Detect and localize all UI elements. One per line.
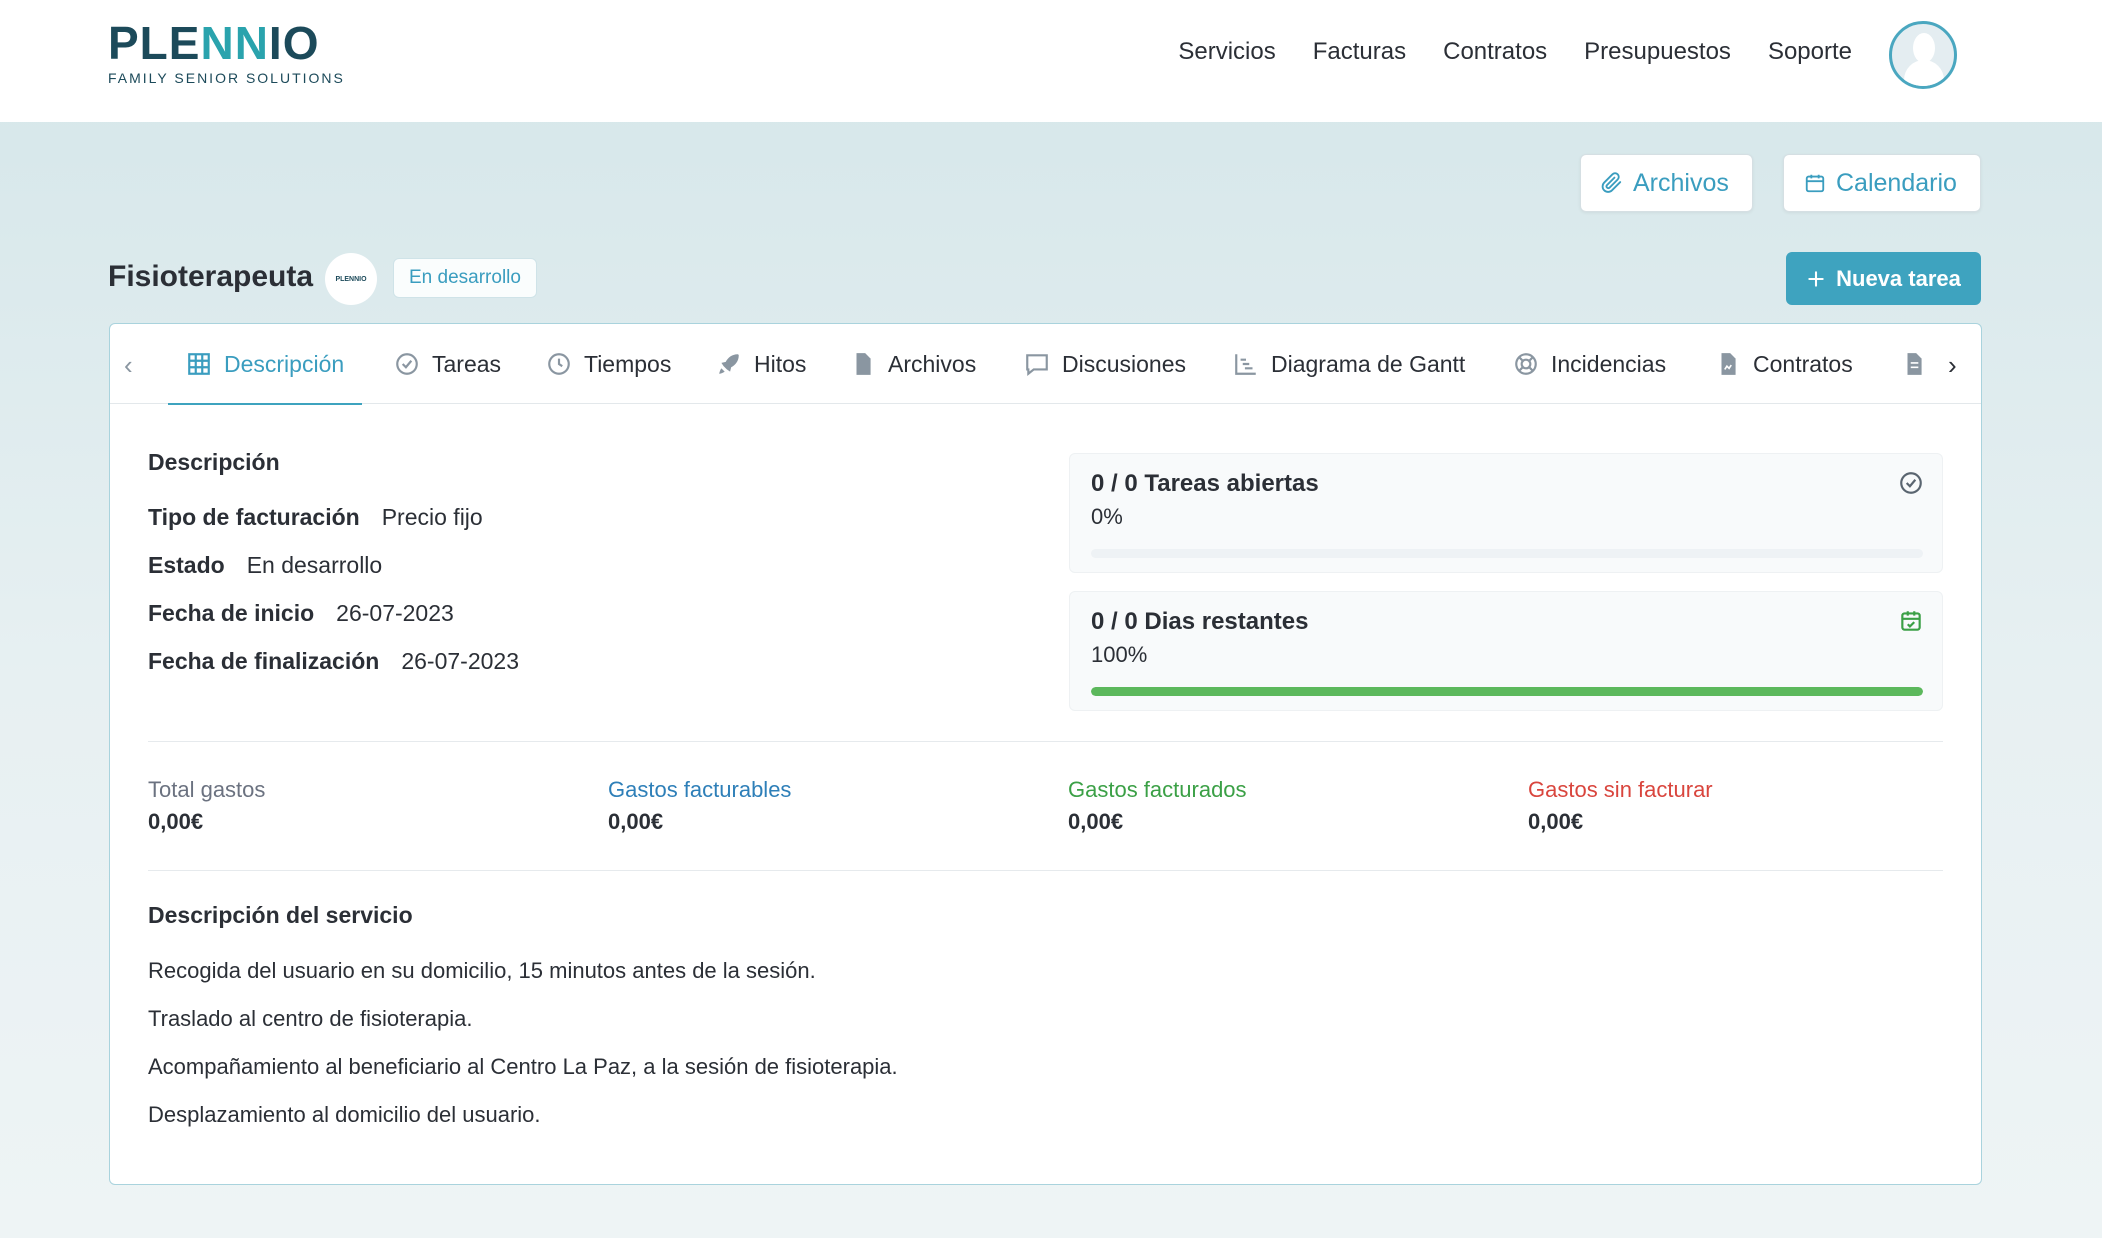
tasks-progress-bar [1091, 549, 1923, 558]
nav-contratos[interactable]: Contratos [1443, 38, 1547, 66]
expense-facturables: Gastos facturables 0,00€ [608, 777, 792, 834]
tab-tareas[interactable]: Tareas [394, 324, 501, 404]
check-circle-icon [1900, 472, 1922, 494]
tab-diagrama-gantt[interactable]: Diagrama de Gantt [1233, 324, 1465, 404]
detail-estado: Estado En desarrollo [148, 552, 383, 578]
main-nav: Servicios Facturas Contratos Presupuesto… [1178, 38, 1852, 66]
service-description-line: Recogida del usuario en su domicilio, 15… [148, 958, 816, 983]
expense-facturados: Gastos facturados 0,00€ [1068, 777, 1247, 834]
paperclip-icon [1601, 172, 1622, 193]
user-avatar[interactable] [1889, 21, 1957, 89]
gantt-icon [1235, 354, 1256, 375]
tab-incidencias[interactable]: Incidencias [1513, 324, 1666, 404]
file-icon [856, 353, 871, 375]
expense-sin-facturar: Gastos sin facturar 0,00€ [1528, 777, 1713, 834]
nav-soporte[interactable]: Soporte [1768, 38, 1852, 66]
tasks-open-stat: 0 / 0 Tareas abiertas 0% [1069, 453, 1943, 573]
top-navbar: PLENNIO FAMILY SENIOR SOLUTIONS Servicio… [0, 0, 2102, 122]
tab-archivos[interactable]: Archivos [850, 324, 976, 404]
calendar-icon [1805, 174, 1825, 193]
service-description-title: Descripción del servicio [148, 902, 413, 928]
contract-icon [1721, 353, 1736, 375]
archivos-button[interactable]: Archivos [1580, 154, 1753, 212]
rocket-icon [719, 354, 739, 374]
lifebuoy-icon [1515, 353, 1537, 375]
calendario-button[interactable]: Calendario [1783, 154, 1981, 212]
nav-presupuestos[interactable]: Presupuestos [1584, 38, 1731, 66]
clock-icon [548, 353, 570, 375]
divider [148, 741, 1943, 742]
days-remaining-stat: 0 / 0 Dias restantes 100% [1069, 591, 1943, 711]
nav-facturas[interactable]: Facturas [1313, 38, 1406, 66]
tab-hitos[interactable]: Hitos [716, 324, 806, 404]
status-badge: En desarrollo [393, 258, 537, 298]
brand-tagline: FAMILY SENIOR SOLUTIONS [108, 70, 345, 86]
nav-servicios[interactable]: Servicios [1178, 38, 1275, 66]
nueva-tarea-button[interactable]: Nueva tarea [1786, 252, 1981, 305]
divider [148, 870, 1943, 871]
grid-icon [188, 353, 210, 375]
comment-icon [1026, 354, 1048, 377]
calendar-check-icon [1901, 611, 1921, 631]
plus-icon [1808, 270, 1824, 287]
project-card: ‹ Descripción Tareas Tiempos Hitos Archi… [109, 323, 1982, 1185]
tab-discusiones[interactable]: Discusiones [1024, 324, 1186, 404]
brand-logo[interactable]: PLENNIO FAMILY SENIOR SOLUTIONS [108, 20, 345, 86]
tabs-scroll-right-icon[interactable]: › [1948, 350, 1957, 381]
project-logo: PLENNIO [325, 253, 377, 305]
expense-total: Total gastos 0,00€ [148, 777, 266, 834]
tab-more-hidden[interactable] [1901, 324, 1927, 404]
detail-tipo-facturacion: Tipo de facturación Precio fijo [148, 504, 483, 530]
page-title: Fisioterapeuta [108, 260, 314, 293]
tab-tiempos[interactable]: Tiempos [546, 324, 671, 404]
service-description-line: Traslado al centro de fisioterapia. [148, 1006, 473, 1031]
document-icon [1907, 353, 1922, 375]
check-circle-icon [396, 353, 418, 375]
days-progress-bar [1091, 687, 1923, 696]
service-description-line: Desplazamiento al domicilio del usuario. [148, 1102, 541, 1127]
tab-descripcion[interactable]: Descripción [167, 324, 363, 405]
detail-fecha-finalizacion: Fecha de finalización 26-07-2023 [148, 648, 519, 674]
detail-fecha-inicio: Fecha de inicio 26-07-2023 [148, 600, 454, 626]
details-section-title: Descripción [148, 449, 280, 475]
service-description-line: Acompañamiento al beneficiario al Centro… [148, 1054, 898, 1079]
tabs-scroll-left-icon[interactable]: ‹ [124, 350, 133, 381]
tab-bar: ‹ Descripción Tareas Tiempos Hitos Archi… [110, 324, 1981, 405]
tab-contratos[interactable]: Contratos [1715, 324, 1853, 404]
